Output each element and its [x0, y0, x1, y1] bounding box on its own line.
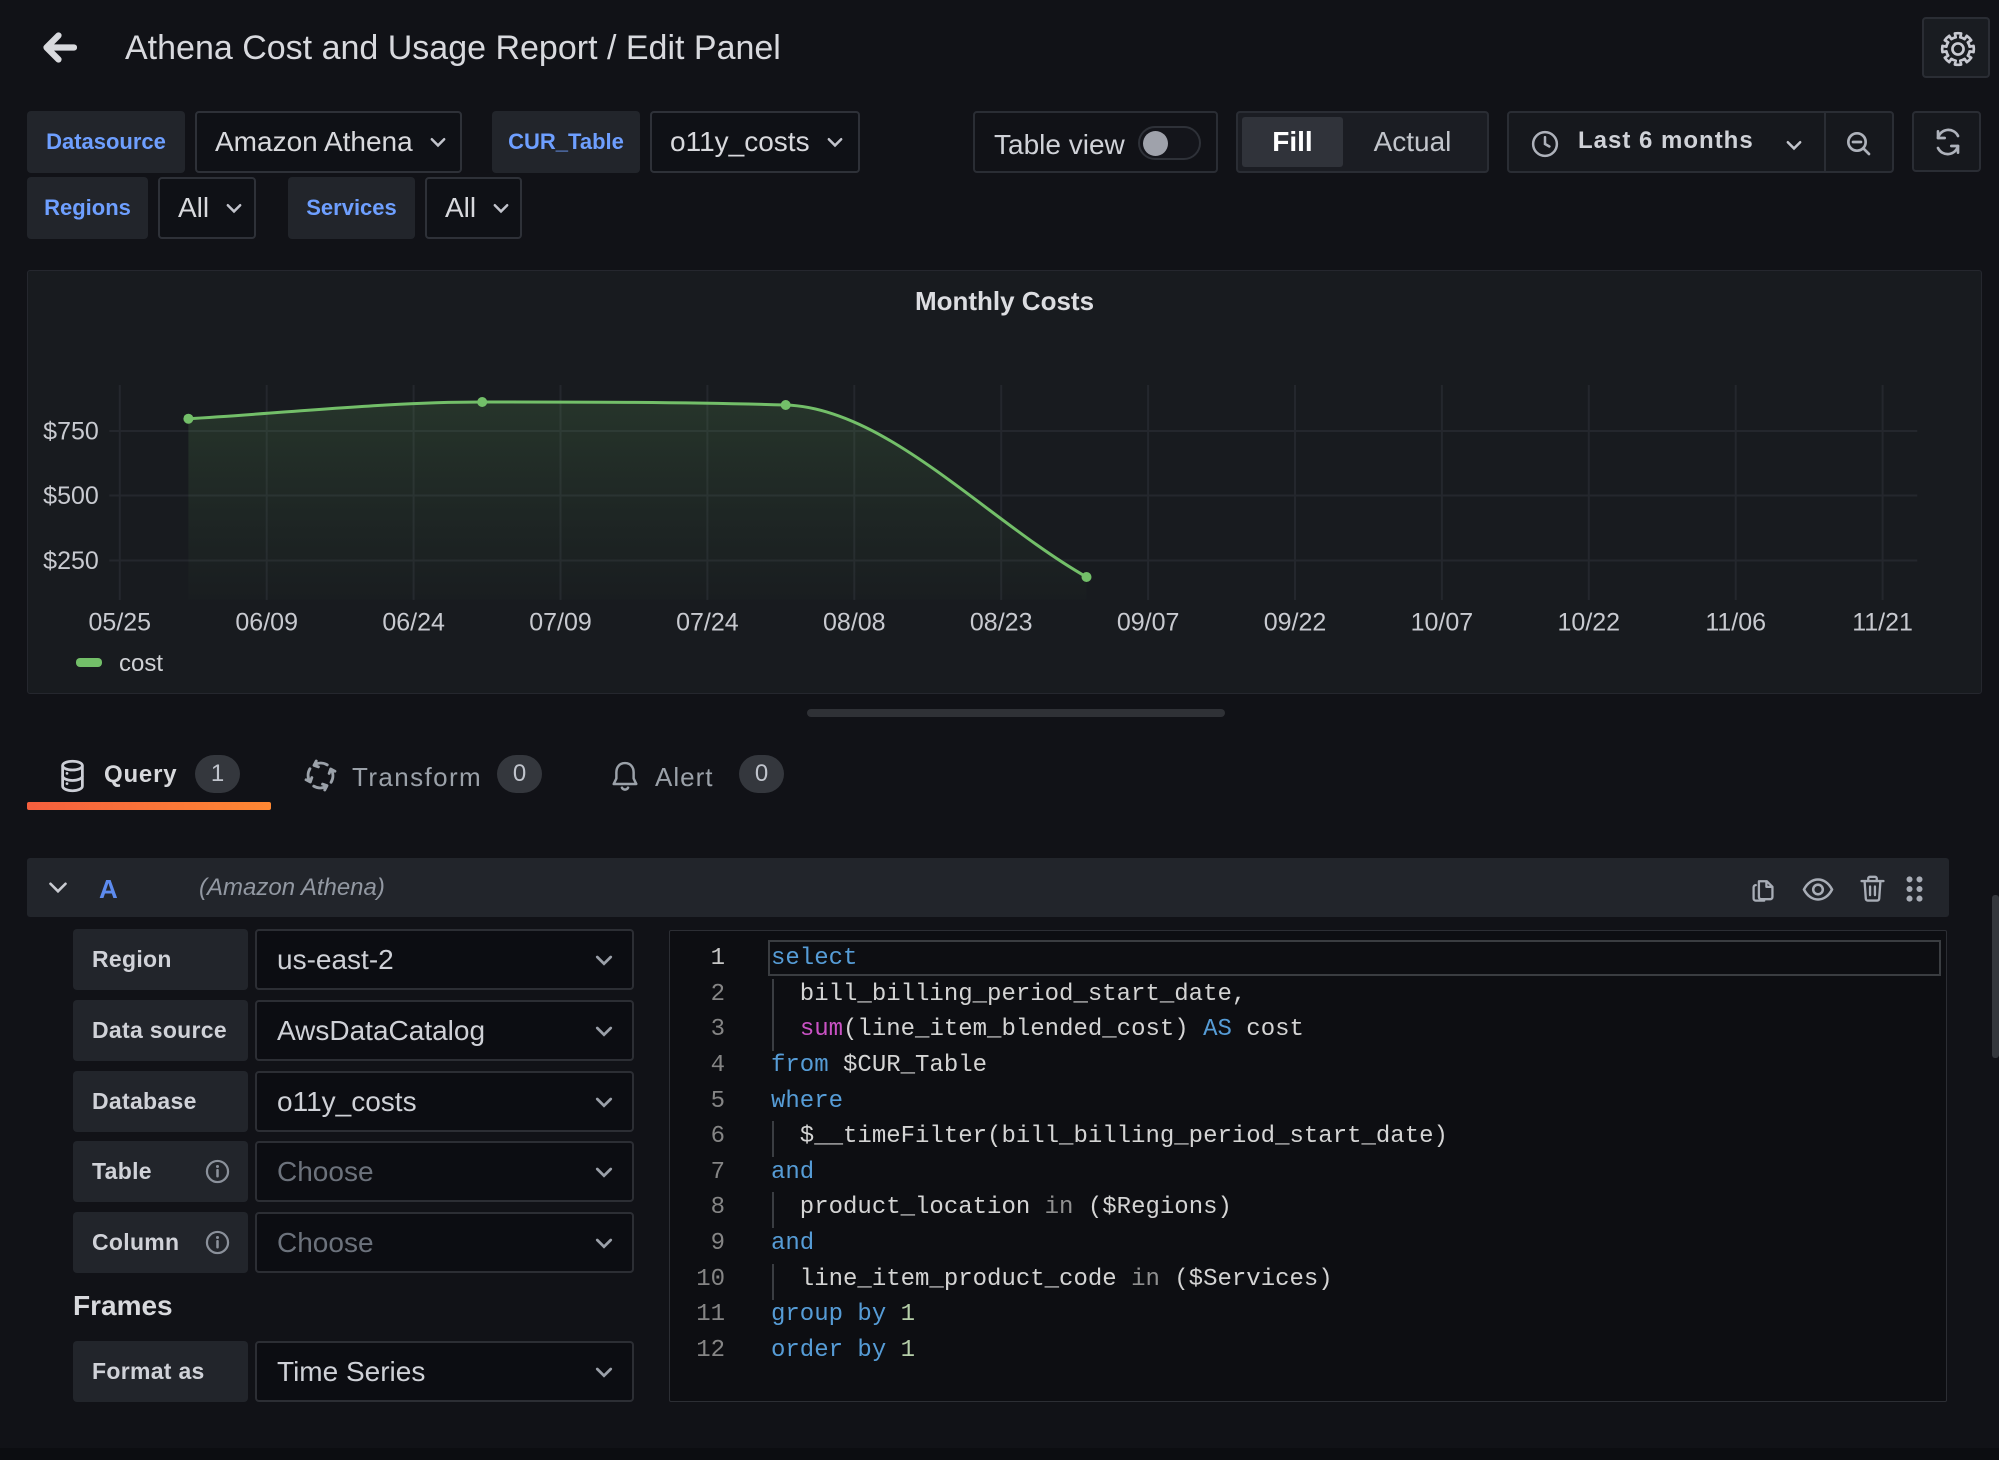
svg-text:11/06: 11/06 [1705, 609, 1766, 637]
svg-text:09/07: 09/07 [1117, 609, 1180, 637]
svg-text:07/24: 07/24 [676, 609, 739, 637]
svg-text:09/22: 09/22 [1264, 609, 1327, 637]
svg-text:$250: $250 [43, 547, 99, 575]
svg-text:08/23: 08/23 [970, 609, 1033, 637]
svg-text:07/09: 07/09 [529, 609, 592, 637]
svg-text:06/24: 06/24 [382, 609, 445, 637]
svg-text:06/09: 06/09 [235, 609, 298, 637]
svg-text:10/07: 10/07 [1411, 609, 1474, 637]
svg-text:08/08: 08/08 [823, 609, 886, 637]
svg-text:$500: $500 [43, 482, 99, 510]
svg-text:cost: cost [119, 650, 163, 677]
svg-text:11/21: 11/21 [1852, 609, 1913, 637]
svg-text:05/25: 05/25 [89, 609, 152, 637]
svg-text:10/22: 10/22 [1558, 609, 1621, 637]
svg-text:$750: $750 [43, 418, 99, 446]
